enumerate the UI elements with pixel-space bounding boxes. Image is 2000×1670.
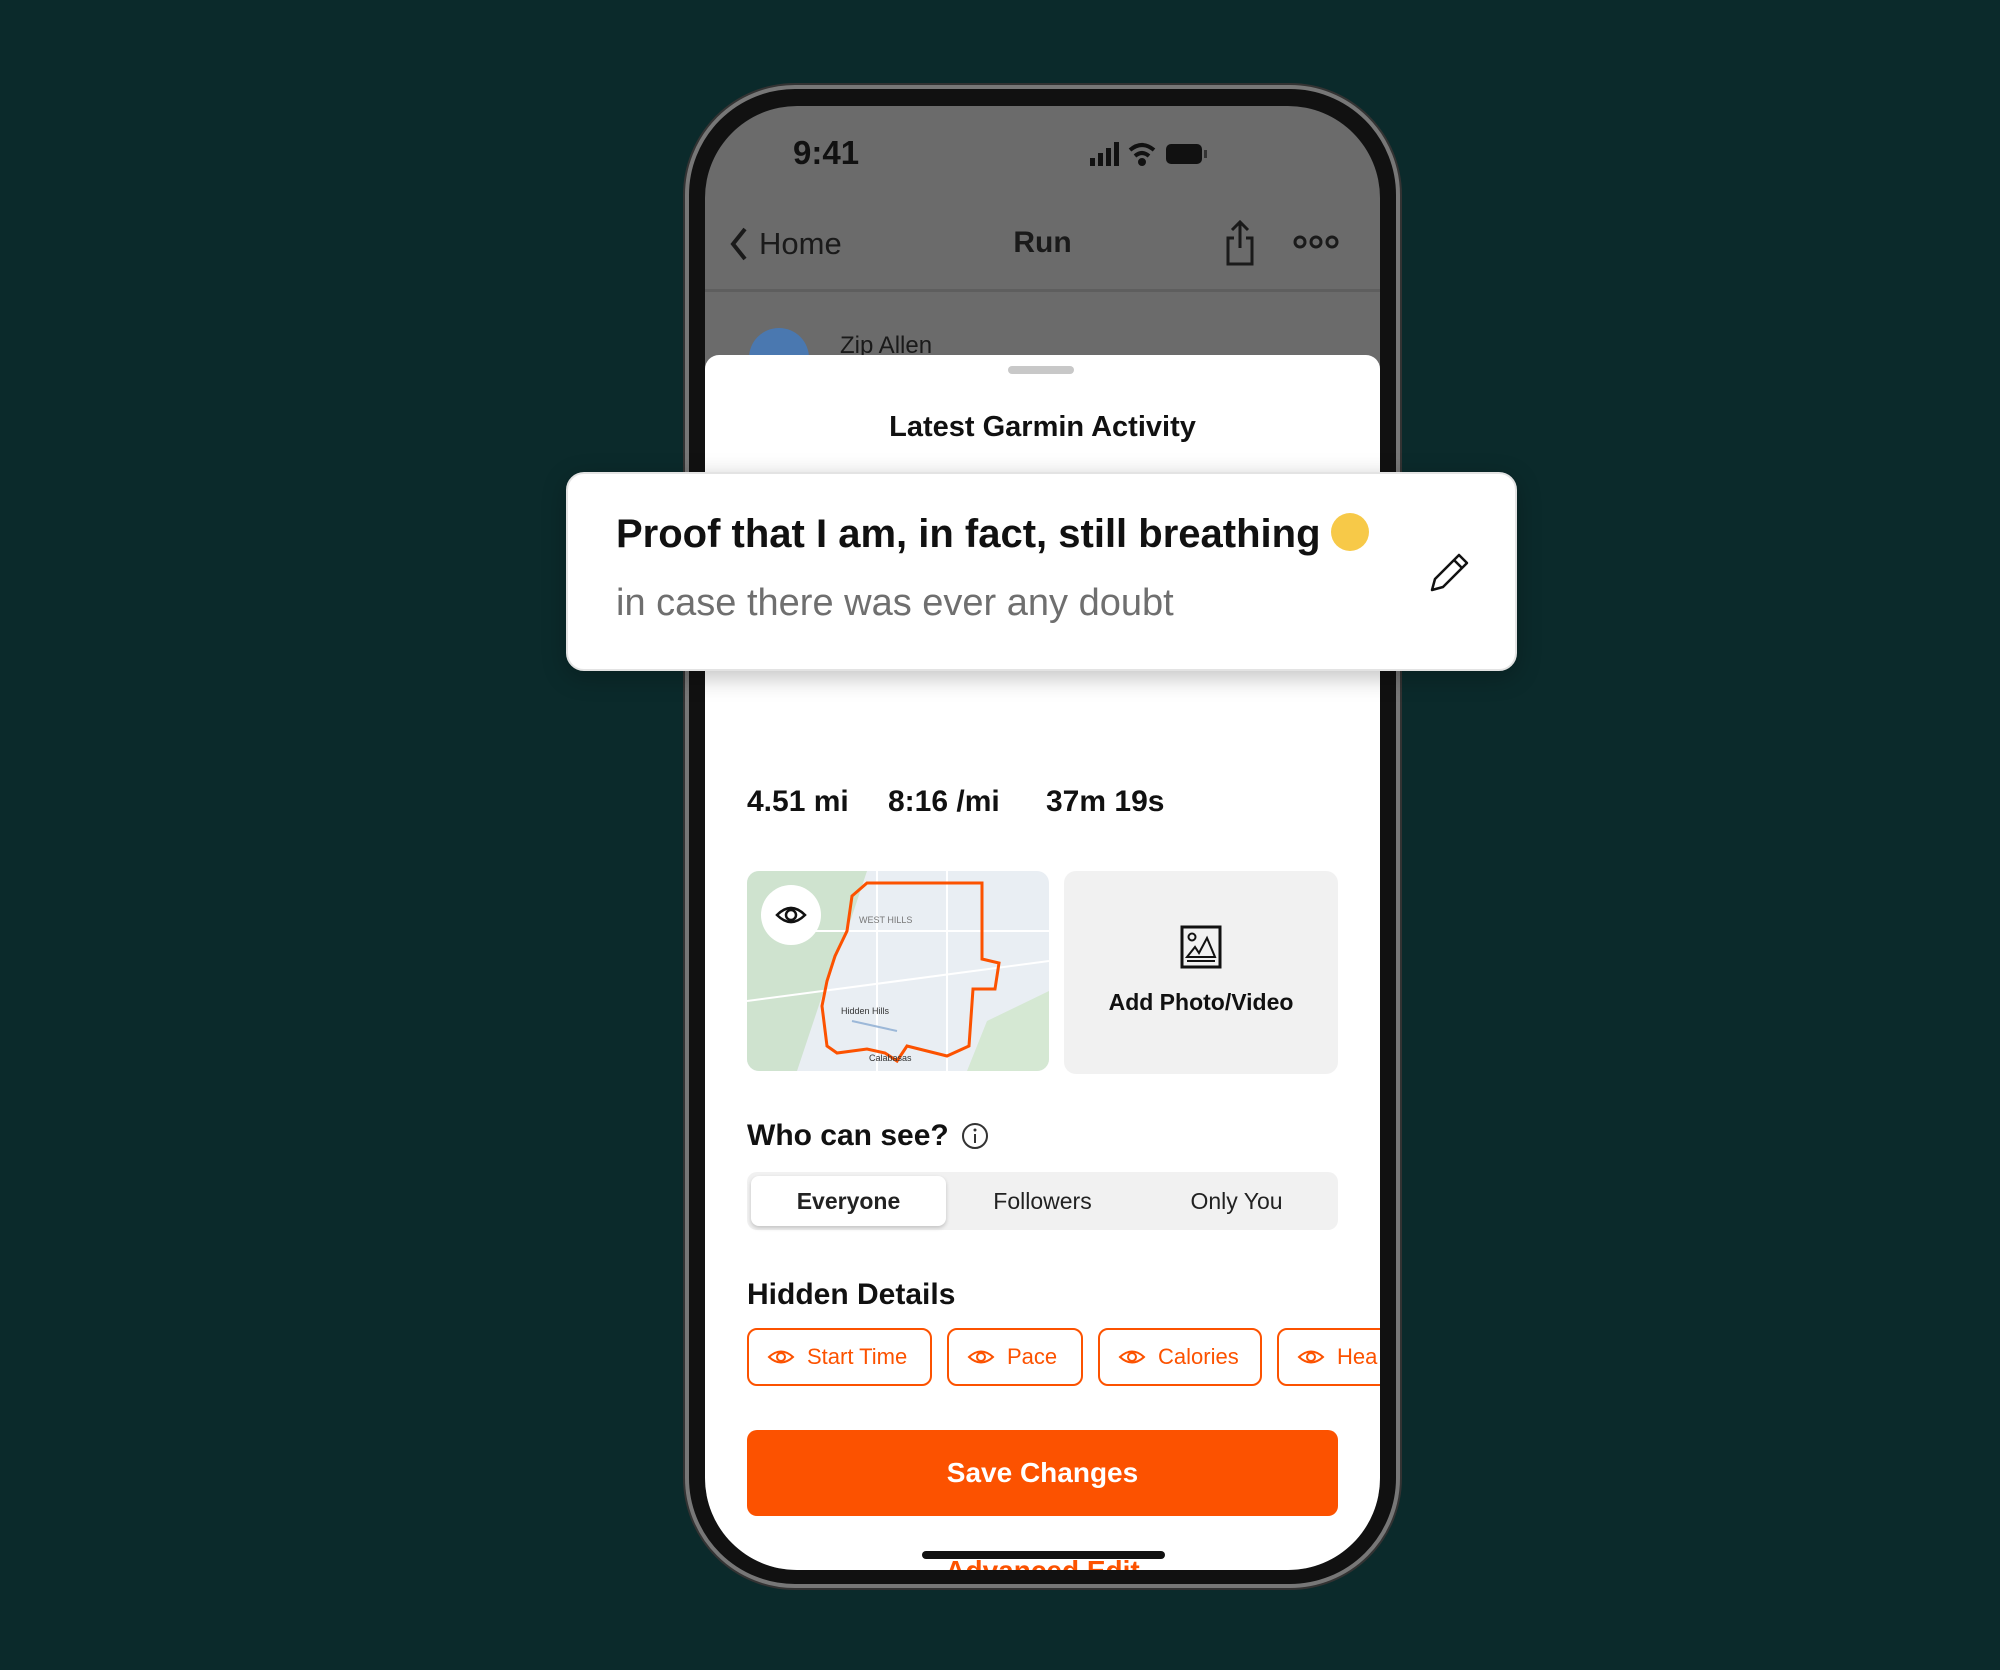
activity-title-text: Proof that I am, in fact, still breathin… bbox=[616, 512, 1321, 556]
eye-icon bbox=[1118, 1350, 1146, 1364]
map-label-hidden-hills: Hidden Hills bbox=[841, 1006, 890, 1016]
visibility-label: Who can see? bbox=[747, 1119, 989, 1153]
nav-title: Run bbox=[1013, 226, 1072, 259]
chip-calories[interactable]: Calories bbox=[1098, 1328, 1262, 1386]
sheet-title: Latest Garmin Activity bbox=[889, 411, 1196, 443]
hidden-details-title: Hidden Details bbox=[747, 1278, 956, 1311]
sheet-handle[interactable] bbox=[1008, 366, 1074, 374]
activity-title: Proof that I am, in fact, still breathin… bbox=[616, 512, 1369, 557]
status-time: 9:41 bbox=[793, 134, 860, 171]
chip-label: Start Time bbox=[807, 1344, 908, 1369]
chip-start-time[interactable]: Start Time bbox=[747, 1328, 932, 1386]
image-icon bbox=[1180, 925, 1222, 969]
stat-time: 37m 19s bbox=[1046, 785, 1165, 818]
activity-title-card[interactable]: Proof that I am, in fact, still breathin… bbox=[566, 472, 1517, 671]
battery-icon bbox=[1166, 144, 1207, 164]
exhaling-face-emoji-icon bbox=[1330, 513, 1369, 551]
route-map[interactable]: WEST HILLS Hidden Hills Calabasas bbox=[747, 871, 1049, 1071]
map-label-calabasas: Calabasas bbox=[869, 1053, 912, 1063]
save-changes-button[interactable]: Save Changes bbox=[747, 1430, 1338, 1516]
share-icon[interactable] bbox=[1225, 220, 1255, 266]
info-icon[interactable] bbox=[961, 1122, 989, 1150]
stat-distance: 4.51 mi bbox=[747, 785, 849, 818]
home-indicator bbox=[922, 1551, 1165, 1559]
visibility-segmented-control: Everyone Followers Only You bbox=[747, 1172, 1338, 1230]
more-icon[interactable] bbox=[1293, 234, 1339, 250]
chip-label: Calories bbox=[1158, 1344, 1239, 1369]
chip-label: Pace bbox=[1007, 1344, 1058, 1369]
chip-label: Hea bbox=[1337, 1344, 1378, 1369]
segment-followers[interactable]: Followers bbox=[945, 1176, 1140, 1226]
pencil-icon[interactable] bbox=[1426, 550, 1472, 596]
chip-pace[interactable]: Pace bbox=[947, 1328, 1083, 1386]
eye-icon bbox=[767, 1350, 795, 1364]
eye-icon bbox=[1297, 1350, 1325, 1364]
status-icons bbox=[1090, 142, 1207, 166]
nav-divider bbox=[705, 289, 1380, 292]
map-visibility-button[interactable] bbox=[761, 885, 821, 945]
add-photo-button[interactable]: Add Photo/Video bbox=[1064, 871, 1338, 1074]
map-label-west-hills: WEST HILLS bbox=[859, 915, 912, 925]
wifi-icon bbox=[1128, 143, 1156, 166]
eye-icon bbox=[775, 906, 807, 924]
activity-description: in case there was ever any doubt bbox=[616, 582, 1174, 624]
visibility-label-text: Who can see? bbox=[747, 1119, 949, 1152]
chip-heart-rate[interactable]: Hea bbox=[1277, 1328, 1380, 1386]
add-photo-label: Add Photo/Video bbox=[1108, 989, 1294, 1015]
stat-pace: 8:16 /mi bbox=[888, 785, 1000, 818]
signal-icon bbox=[1090, 142, 1119, 166]
phone-screen: 9:41 Home Run Zip Allen Latest Garmin Ac… bbox=[705, 106, 1380, 1570]
segment-only-you[interactable]: Only You bbox=[1139, 1176, 1334, 1226]
segment-everyone[interactable]: Everyone bbox=[751, 1176, 946, 1226]
eye-icon bbox=[967, 1350, 995, 1364]
